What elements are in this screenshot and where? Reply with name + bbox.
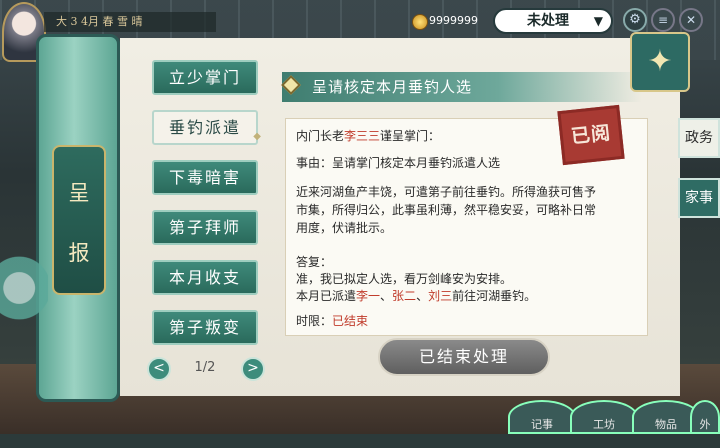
body-line-2: 市集，所得归公，此事虽利薄，然平稳安妥，可略补日常 xyxy=(296,203,597,217)
date-weather-label: 大 3 4月 春 雪 晴 xyxy=(44,12,216,32)
diamond-icon xyxy=(281,75,301,95)
reason-line: 事由：呈请掌门核定本月垂钓派遣人选 xyxy=(296,156,501,170)
menu-icon[interactable]: ≡ xyxy=(651,8,675,32)
deadline-label: 时限： xyxy=(296,314,333,328)
tab-government[interactable]: 政务 xyxy=(678,118,720,158)
body-line-3: 用度，伏请批示。 xyxy=(296,221,393,235)
greeting-line: 内门长老李三三谨呈掌门： xyxy=(296,127,440,144)
greeting-name: 李三三 xyxy=(344,129,381,143)
reply-2-sep-2: 、 xyxy=(416,289,429,303)
nav-item-5[interactable]: 本月收支 xyxy=(152,260,258,295)
reply-2-name-3: 刘三 xyxy=(428,289,453,303)
read-stamp: 已阅 xyxy=(557,104,625,166)
tab-family[interactable]: 家事 xyxy=(678,178,720,218)
prev-page-button[interactable]: < xyxy=(147,357,171,381)
greeting-prefix: 内门长老 xyxy=(296,129,345,143)
flower-decoration xyxy=(0,240,48,360)
reply-label: 答复： xyxy=(296,255,333,269)
reply-2-name-2: 张二 xyxy=(392,289,417,303)
reply-line-1: 准，我已拟定人选，看万剑峰安为安排。 xyxy=(296,272,513,286)
currency-1-value: 9999999 xyxy=(429,14,478,27)
reply-2-sep-1: 、 xyxy=(380,289,393,303)
nav-item-2[interactable]: 垂钓派遣 xyxy=(152,110,263,152)
status-filter-value: 未处理 xyxy=(527,13,569,29)
body-line-1: 近来河湖鱼产丰饶，可遣第子前往垂钓。所得渔获可售予 xyxy=(296,185,597,199)
category-glyph-2: 报 xyxy=(68,241,90,265)
deadline-line: 时限：已结束 xyxy=(296,312,368,329)
reply-2-name-1: 李一 xyxy=(356,289,381,303)
nav-item-1[interactable]: 立少掌门 xyxy=(152,60,258,95)
chevron-down-icon: ▼ xyxy=(593,14,603,28)
category-glyph-1: 呈 xyxy=(68,181,90,205)
status-filter-dropdown[interactable]: 未处理 ▼ xyxy=(493,8,613,34)
coin-icon xyxy=(412,14,428,30)
corner-badge: ✦ xyxy=(630,32,690,92)
nav-item-6[interactable]: 第子叛变 xyxy=(152,310,258,345)
report-title: 呈请核定本月垂钓人选 xyxy=(312,78,473,96)
reply-2-prefix: 本月已派遣 xyxy=(296,289,357,303)
report-category-tag: 呈 报 xyxy=(52,145,106,295)
next-page-button[interactable]: > xyxy=(241,357,265,381)
report-header: 呈请核定本月垂钓人选 xyxy=(281,72,642,102)
bottom-nav-journal[interactable]: 记事 xyxy=(508,400,576,434)
reply-line-2: 本月已派遣李一、张二、刘三前往河湖垂钓。 xyxy=(296,287,536,304)
star-icon: ✦ xyxy=(647,44,673,79)
greeting-suffix: 谨呈掌门： xyxy=(380,129,441,143)
settings-icon[interactable]: ⚙ xyxy=(623,8,647,32)
action-button[interactable]: 已结束处理 xyxy=(378,338,550,376)
page-indicator: 1/2 xyxy=(194,360,216,375)
nav-item-4[interactable]: 第子拜师 xyxy=(152,210,258,245)
nav-item-3[interactable]: 下毒暗害 xyxy=(152,160,258,195)
reply-2-suffix: 前往河湖垂钓。 xyxy=(452,289,537,303)
close-icon[interactable]: ✕ xyxy=(679,8,703,32)
deadline-value: 已结束 xyxy=(332,314,369,328)
bottom-nav-outside[interactable]: 外 xyxy=(690,400,720,434)
bottom-nav-workshop[interactable]: 工坊 xyxy=(570,400,638,434)
